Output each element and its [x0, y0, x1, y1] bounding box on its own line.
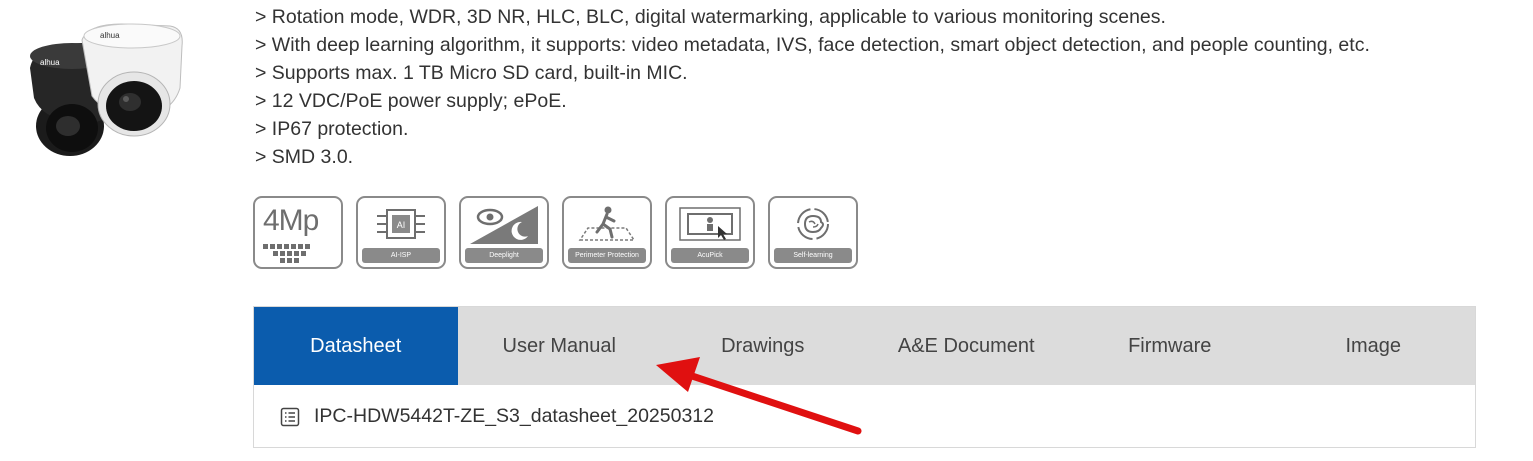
badge-caption: Perimeter Protection	[568, 248, 646, 263]
brand-logo-white: alhua	[100, 31, 120, 40]
feature-item: > SMD 3.0.	[255, 146, 354, 168]
feature-item: > 12 VDC/PoE power supply; ePoE.	[255, 90, 567, 112]
eye-moon-icon	[470, 206, 538, 244]
feature-badges: 4Mp AI AI-ISP Deeplight Perimeter Protec…	[253, 196, 858, 269]
document-name: IPC-HDW5442T-ZE_S3_datasheet_20250312	[314, 405, 714, 427]
tab-panel: IPC-HDW5442T-ZE_S3_datasheet_20250312	[254, 385, 1475, 447]
4mp-icon: 4Mp	[263, 204, 319, 237]
tab-ae-document[interactable]: A&E Document	[865, 307, 1069, 385]
badge-caption: AcuPick	[671, 248, 749, 263]
svg-text:AI: AI	[397, 220, 406, 230]
badge-caption: Self-learning	[774, 248, 852, 263]
pixel-grid-icon	[263, 244, 310, 263]
feature-item: > IP67 protection.	[255, 118, 409, 140]
feature-item: > With deep learning algorithm, it suppo…	[255, 34, 1370, 56]
tab-datasheet[interactable]: Datasheet	[254, 307, 458, 385]
tab-bar: Datasheet User Manual Drawings A&E Docum…	[254, 307, 1475, 385]
acupick-icon	[679, 207, 741, 241]
ai-chip-icon: AI	[377, 209, 425, 239]
tab-image[interactable]: Image	[1272, 307, 1476, 385]
brand-logo-black: alhua	[40, 58, 60, 67]
tab-user-manual[interactable]: User Manual	[458, 307, 662, 385]
brain-icon	[797, 208, 829, 240]
running-person-icon	[578, 206, 636, 241]
document-link[interactable]: IPC-HDW5442T-ZE_S3_datasheet_20250312	[280, 405, 714, 428]
document-list-icon	[280, 407, 300, 426]
badge-ai-isp: AI AI-ISP	[356, 196, 446, 269]
badge-acupick: AcuPick	[665, 196, 755, 269]
badge-caption: AI-ISP	[362, 248, 440, 263]
downloads-tabs: Datasheet User Manual Drawings A&E Docum…	[253, 306, 1476, 448]
badge-perimeter-protection: Perimeter Protection	[562, 196, 652, 269]
feature-list: > Rotation mode, WDR, 3D NR, HLC, BLC, d…	[255, 3, 1370, 171]
badge-caption: Deeplight	[465, 248, 543, 263]
tab-drawings[interactable]: Drawings	[661, 307, 865, 385]
tab-firmware[interactable]: Firmware	[1068, 307, 1272, 385]
product-image: alhua alhua	[30, 23, 183, 156]
feature-item: > Rotation mode, WDR, 3D NR, HLC, BLC, d…	[255, 6, 1166, 28]
badge-self-learning: Self-learning	[768, 196, 858, 269]
badge-4mp: 4Mp	[253, 196, 343, 269]
feature-item: > Supports max. 1 TB Micro SD card, buil…	[255, 62, 688, 84]
badge-deeplight: Deeplight	[459, 196, 549, 269]
